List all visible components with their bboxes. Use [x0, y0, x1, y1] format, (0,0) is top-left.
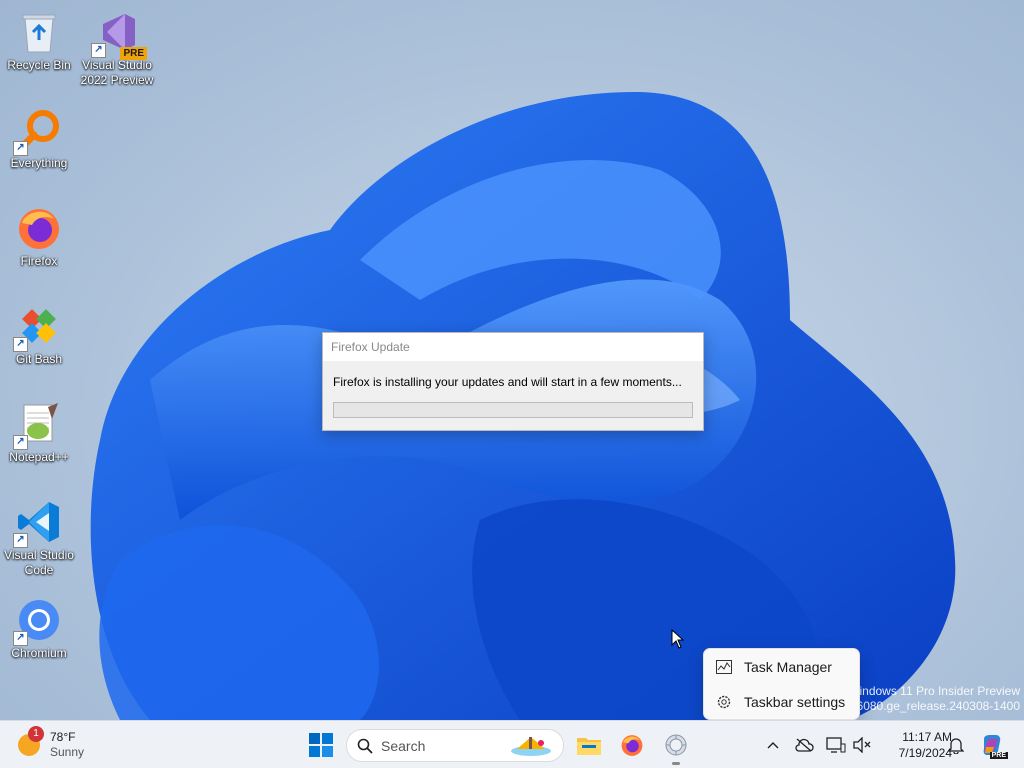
- notification-badge: 1: [28, 726, 44, 742]
- show-hidden-icons-button[interactable]: [763, 735, 783, 755]
- copilot-preview-badge: PRE: [989, 752, 1008, 759]
- vscode-icon: ↗: [13, 498, 63, 548]
- menu-item-label: Taskbar settings: [744, 693, 846, 710]
- chromium-icon: ↗: [13, 596, 63, 646]
- volume-tray-button[interactable]: [852, 735, 872, 755]
- desktop-icon-visual-studio[interactable]: ↗ PRE Visual Studio 2022 Preview: [78, 8, 156, 88]
- menu-item-label: Task Manager: [744, 658, 832, 675]
- gear-icon: [704, 694, 744, 710]
- clock-date: 7/19/2024: [898, 746, 952, 760]
- task-manager-icon: [704, 659, 744, 674]
- bell-icon: [948, 738, 964, 754]
- desktop-icon-chromium[interactable]: ↗ Chromium: [0, 596, 78, 661]
- start-button[interactable]: [309, 733, 333, 757]
- shortcut-arrow-icon: ↗: [13, 631, 28, 646]
- chevron-up-icon: [767, 742, 779, 749]
- firefox-icon: [15, 204, 63, 252]
- desktop-icon-label: Notepad++: [9, 450, 69, 464]
- shortcut-arrow-icon: ↗: [13, 337, 28, 352]
- updater-icon: [665, 734, 687, 756]
- desktop-icon-recycle-bin[interactable]: Recycle Bin: [0, 8, 78, 73]
- desktop-icon-label: Everything: [10, 156, 68, 170]
- desktop-icon-label: Git Bash: [15, 352, 63, 366]
- mouse-cursor-icon: [671, 629, 685, 649]
- visual-studio-icon: ↗ PRE: [91, 8, 147, 60]
- weather-condition: Sunny: [50, 745, 85, 759]
- search-icon: [357, 738, 373, 754]
- search-placeholder: Search: [381, 737, 426, 754]
- menu-item-taskbar-settings[interactable]: Taskbar settings: [704, 684, 859, 719]
- speaker-muted-icon: [853, 737, 871, 753]
- running-indicator: [672, 762, 680, 765]
- network-monitor-icon: [826, 737, 846, 753]
- desktop-icon-label: Firefox: [20, 254, 58, 268]
- shortcut-arrow-icon: ↗: [13, 435, 28, 450]
- cloud-offline-icon: [795, 738, 814, 752]
- copilot-button[interactable]: PRE: [980, 733, 1008, 759]
- shortcut-arrow-icon: ↗: [13, 533, 28, 548]
- folder-icon: [577, 738, 601, 755]
- weather-widget[interactable]: 1 78°F Sunny: [18, 726, 85, 763]
- taskbar-file-explorer[interactable]: [575, 731, 603, 759]
- taskbar-context-menu: Task Manager Taskbar settings: [703, 648, 860, 720]
- weather-temperature: 78°F: [50, 730, 76, 744]
- preview-badge: PRE: [120, 47, 147, 60]
- windows-logo-icon: [309, 733, 333, 757]
- notepad-plus-plus-icon: ↗: [13, 400, 63, 450]
- everything-search-icon: ↗: [13, 106, 63, 156]
- desktop-icon-notepad-plus-plus[interactable]: ↗ Notepad++: [0, 400, 78, 465]
- desktop-icon-vscode[interactable]: ↗ Visual Studio Code: [0, 498, 78, 578]
- sunny-weather-icon: 1: [18, 726, 44, 756]
- git-bash-icon: ↗: [13, 302, 63, 352]
- taskbar: 1 78°F Sunny Search 11:17 AM 7/19/2024 P…: [0, 720, 1024, 768]
- clock-time: 11:17 AM: [902, 730, 952, 744]
- desktop-icon-label: Visual Studio 2022 Preview: [80, 58, 154, 87]
- desktop-icon-label: Visual Studio Code: [4, 548, 74, 577]
- desktop-icon-git-bash[interactable]: ↗ Git Bash: [0, 302, 78, 367]
- update-progress-bar: [333, 402, 693, 418]
- desktop-icon-label: Chromium: [11, 646, 67, 660]
- shortcut-arrow-icon: ↗: [13, 141, 28, 156]
- network-tray-button[interactable]: [826, 735, 846, 755]
- notifications-button[interactable]: [946, 735, 966, 755]
- dialog-title[interactable]: Firefox Update: [323, 333, 703, 361]
- desktop-icon-firefox[interactable]: Firefox: [0, 204, 78, 269]
- desktop-icon-everything[interactable]: ↗ Everything: [0, 106, 78, 171]
- firefox-update-dialog: Firefox Update Firefox is installing you…: [322, 332, 704, 431]
- recycle-bin-icon: [15, 8, 63, 56]
- shortcut-arrow-icon: ↗: [91, 43, 106, 58]
- taskbar-firefox-updater[interactable]: [662, 731, 690, 765]
- taskbar-search-box[interactable]: Search: [346, 729, 564, 762]
- search-highlight-icon: [511, 737, 551, 756]
- system-clock[interactable]: 11:17 AM 7/19/2024: [876, 729, 952, 761]
- desktop-icon-label: Recycle Bin: [7, 58, 71, 72]
- onedrive-tray-button[interactable]: [794, 735, 814, 755]
- firefox-icon: [621, 735, 643, 756]
- taskbar-firefox[interactable]: [618, 731, 646, 759]
- dialog-message: Firefox is installing your updates and w…: [333, 375, 682, 389]
- menu-item-task-manager[interactable]: Task Manager: [704, 649, 859, 684]
